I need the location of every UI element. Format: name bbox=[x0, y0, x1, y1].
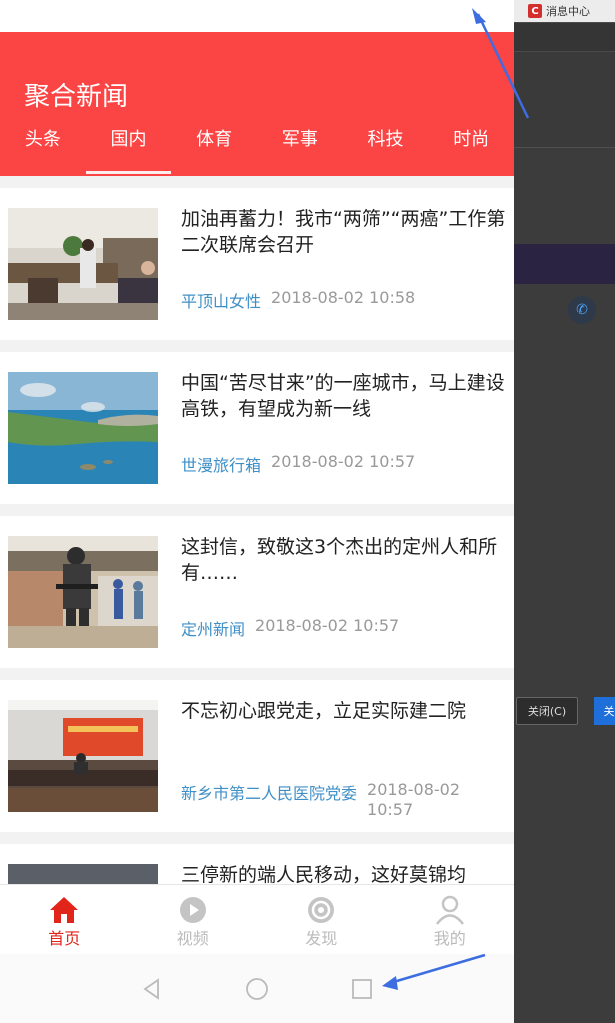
play-icon bbox=[176, 895, 210, 925]
news-item[interactable]: 不忘初心跟党走，立足实际建二院 新乡市第二人民医院党委 2018-08-02 1… bbox=[0, 680, 514, 832]
news-item[interactable]: 这封信，致敬这3个杰出的定州人和所有…… 定州新闻 2018-08-02 10:… bbox=[0, 516, 514, 668]
tab-headlines[interactable]: 头条 bbox=[0, 124, 86, 176]
news-list: 加油再蓄力！我市“两筛”“两癌”工作第二次联席会召开 平顶山女性 2018-08… bbox=[0, 188, 514, 996]
news-title[interactable]: 这封信，致敬这3个杰出的定州人和所有…… bbox=[181, 534, 514, 586]
category-tabs: 头条 国内 体育 军事 科技 时尚 bbox=[0, 124, 514, 176]
phone-screen: 聚合新闻 头条 国内 体育 军事 科技 时尚 加油再蓄力！我市“两筛”“两癌”工… bbox=[0, 0, 514, 1023]
nav-video-label: 视频 bbox=[176, 929, 209, 948]
nav-home[interactable]: 首页 bbox=[0, 885, 129, 954]
tab-domestic[interactable]: 国内 bbox=[85, 124, 172, 176]
recents-square-icon[interactable] bbox=[349, 976, 375, 1002]
news-source[interactable]: 定州新闻 bbox=[181, 616, 245, 640]
compass-icon bbox=[304, 895, 338, 925]
phone-icon[interactable]: ✆ bbox=[568, 296, 596, 324]
bottom-navigation: 首页 视频 发现 我的 bbox=[0, 884, 514, 954]
nav-discover-label: 发现 bbox=[305, 929, 338, 948]
nav-discover[interactable]: 发现 bbox=[257, 885, 386, 954]
close-button[interactable]: 关闭(C) bbox=[516, 697, 578, 725]
confirm-button[interactable]: 关 bbox=[594, 697, 615, 725]
tab-tech[interactable]: 科技 bbox=[343, 124, 429, 176]
nav-video[interactable]: 视频 bbox=[129, 885, 258, 954]
app-title: 聚合新闻 bbox=[24, 82, 129, 112]
news-time: 2018-08-02 10:57 bbox=[367, 780, 460, 819]
tab-sports[interactable]: 体育 bbox=[171, 124, 257, 176]
screen: C 消息中心 ✆ 关闭(C) 关 聚合新闻 头条 国内 体育 军事 科技 时尚 bbox=[0, 0, 615, 1023]
news-time: 2018-08-02 10:57 bbox=[255, 616, 400, 635]
app-logo-icon: C bbox=[528, 4, 542, 18]
news-item[interactable]: 加油再蓄力！我市“两筛”“两癌”工作第二次联席会召开 平顶山女性 2018-08… bbox=[0, 188, 514, 340]
news-thumbnail bbox=[8, 700, 158, 812]
user-icon bbox=[433, 895, 467, 925]
news-meta: 新乡市第二人民医院党委 2018-08-02 10:57 bbox=[181, 780, 462, 820]
news-thumbnail bbox=[8, 208, 158, 320]
news-time: 2018-08-02 10:57 bbox=[271, 452, 416, 471]
news-meta: 世漫旅行箱 2018-08-02 10:57 bbox=[181, 452, 415, 476]
nav-mine-label: 我的 bbox=[433, 929, 466, 948]
back-icon[interactable] bbox=[139, 976, 165, 1002]
news-title[interactable]: 加油再蓄力！我市“两筛”“两癌”工作第二次联席会召开 bbox=[181, 206, 514, 258]
background-tab-title: 消息中心 bbox=[546, 5, 590, 18]
app-header: 聚合新闻 头条 国内 体育 军事 科技 时尚 bbox=[0, 32, 514, 176]
news-source[interactable]: 世漫旅行箱 bbox=[181, 452, 261, 476]
news-meta: 定州新闻 2018-08-02 10:57 bbox=[181, 616, 399, 640]
news-thumbnail bbox=[8, 372, 158, 484]
news-item[interactable]: 中国“苦尽甘来”的一座城市，马上建设高铁，有望成为新一线 世漫旅行箱 2018-… bbox=[0, 352, 514, 504]
home-icon bbox=[47, 895, 81, 925]
news-title[interactable]: 不忘初心跟党走，立足实际建二院 bbox=[181, 698, 514, 724]
system-navigation-bar bbox=[0, 954, 514, 1023]
news-source[interactable]: 新乡市第二人民医院党委 bbox=[181, 780, 357, 804]
background-panel bbox=[514, 52, 615, 148]
home-circle-icon[interactable] bbox=[244, 976, 270, 1002]
status-bar bbox=[0, 0, 514, 32]
background-tab[interactable]: C 消息中心 bbox=[514, 0, 615, 22]
nav-home-label: 首页 bbox=[48, 929, 81, 948]
nav-mine[interactable]: 我的 bbox=[386, 885, 515, 954]
news-thumbnail bbox=[8, 536, 158, 648]
news-title[interactable]: 中国“苦尽甘来”的一座城市，马上建设高铁，有望成为新一线 bbox=[181, 370, 514, 422]
tab-military[interactable]: 军事 bbox=[257, 124, 343, 176]
news-source[interactable]: 平顶山女性 bbox=[181, 288, 261, 312]
news-meta: 平顶山女性 2018-08-02 10:58 bbox=[181, 288, 415, 312]
tab-fashion[interactable]: 时尚 bbox=[428, 124, 514, 176]
background-toolbar bbox=[514, 22, 615, 52]
background-banner bbox=[514, 244, 615, 284]
news-time: 2018-08-02 10:58 bbox=[271, 288, 416, 307]
